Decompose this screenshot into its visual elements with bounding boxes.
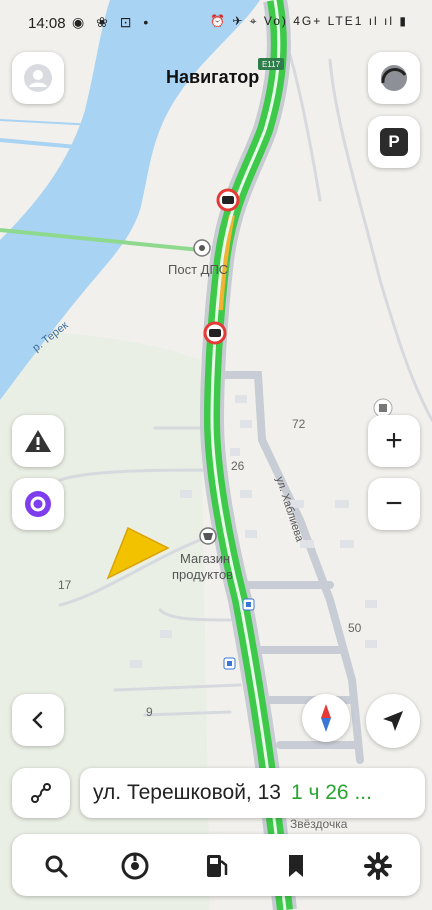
parking-button[interactable]: P xyxy=(368,116,420,168)
police-post-icon[interactable] xyxy=(193,239,211,257)
house-number: 26 xyxy=(231,459,245,473)
status-time: 14:08 xyxy=(28,15,66,32)
fuel-icon xyxy=(207,855,228,877)
search-icon xyxy=(45,855,68,878)
music-icon xyxy=(121,852,149,880)
speed-camera-icon[interactable] xyxy=(216,188,240,212)
settings-tab[interactable] xyxy=(358,846,398,886)
compass-button[interactable] xyxy=(302,694,350,742)
music-tab[interactable] xyxy=(115,846,155,886)
profile-button[interactable] xyxy=(12,52,64,104)
route-icon xyxy=(31,783,51,803)
traffic-status-icon xyxy=(381,65,407,91)
bookmark-icon xyxy=(289,855,303,877)
zoom-out-button[interactable]: − xyxy=(368,478,420,530)
system-status-icons: ⏰ ✈ ⌖ Vo) 4G+ LTE1 ıl ıl ▮ xyxy=(210,14,408,28)
poi-inner xyxy=(379,404,387,412)
destination-address: ул. Терешковой, 13 xyxy=(93,781,281,804)
alice-icon xyxy=(25,491,51,517)
place-label: Звёздочка xyxy=(290,817,348,831)
house-number: 9 xyxy=(146,705,153,719)
zoom-in-button[interactable]: + xyxy=(368,415,420,467)
notification-icons: ◉ ❀ ⊡ • xyxy=(72,14,153,30)
map-layers-button[interactable] xyxy=(368,52,420,104)
settings-icon xyxy=(364,852,392,880)
route-options-button[interactable] xyxy=(12,768,70,818)
app-title: Навигатор xyxy=(166,67,260,87)
navigation-location-icon xyxy=(383,711,403,731)
eta-time: 1 ч 26 ... xyxy=(290,781,372,804)
chevron-left-icon xyxy=(32,711,43,729)
bus-stop-icon[interactable] xyxy=(242,598,255,611)
back-button[interactable] xyxy=(12,694,64,746)
search-tab[interactable] xyxy=(36,846,76,886)
compass-icon xyxy=(321,704,331,732)
fuel-tab[interactable] xyxy=(195,846,235,886)
my-location-button[interactable] xyxy=(366,694,420,748)
shop-icon[interactable] xyxy=(199,527,217,545)
bookmarks-tab[interactable] xyxy=(276,846,316,886)
post-label: Пост ДПС xyxy=(168,262,228,277)
voice-assistant-button[interactable] xyxy=(12,478,64,530)
status-bar: 14:08 ◉ ❀ ⊡ • ⏰ ✈ ⌖ Vo) 4G+ LTE1 ıl ıl ▮ xyxy=(0,0,432,46)
parking-icon: P xyxy=(380,128,408,156)
speed-camera-icon[interactable] xyxy=(203,321,227,345)
house-number: 50 xyxy=(348,621,362,635)
shop-label-line1: Магазин xyxy=(180,551,230,566)
warning-icon xyxy=(25,430,51,452)
bus-stop-icon[interactable] xyxy=(223,657,236,670)
route-summary-bar[interactable]: ул. Терешковой, 13 1 ч 26 ... xyxy=(80,768,425,818)
road-number-label: E117 xyxy=(262,60,281,69)
shop-label-line2: продуктов xyxy=(172,567,233,582)
bottom-navigation xyxy=(12,834,420,896)
user-avatar-icon xyxy=(24,64,52,92)
house-number: 17 xyxy=(58,578,72,592)
house-number: 72 xyxy=(292,417,306,431)
road-event-button[interactable] xyxy=(12,415,64,467)
